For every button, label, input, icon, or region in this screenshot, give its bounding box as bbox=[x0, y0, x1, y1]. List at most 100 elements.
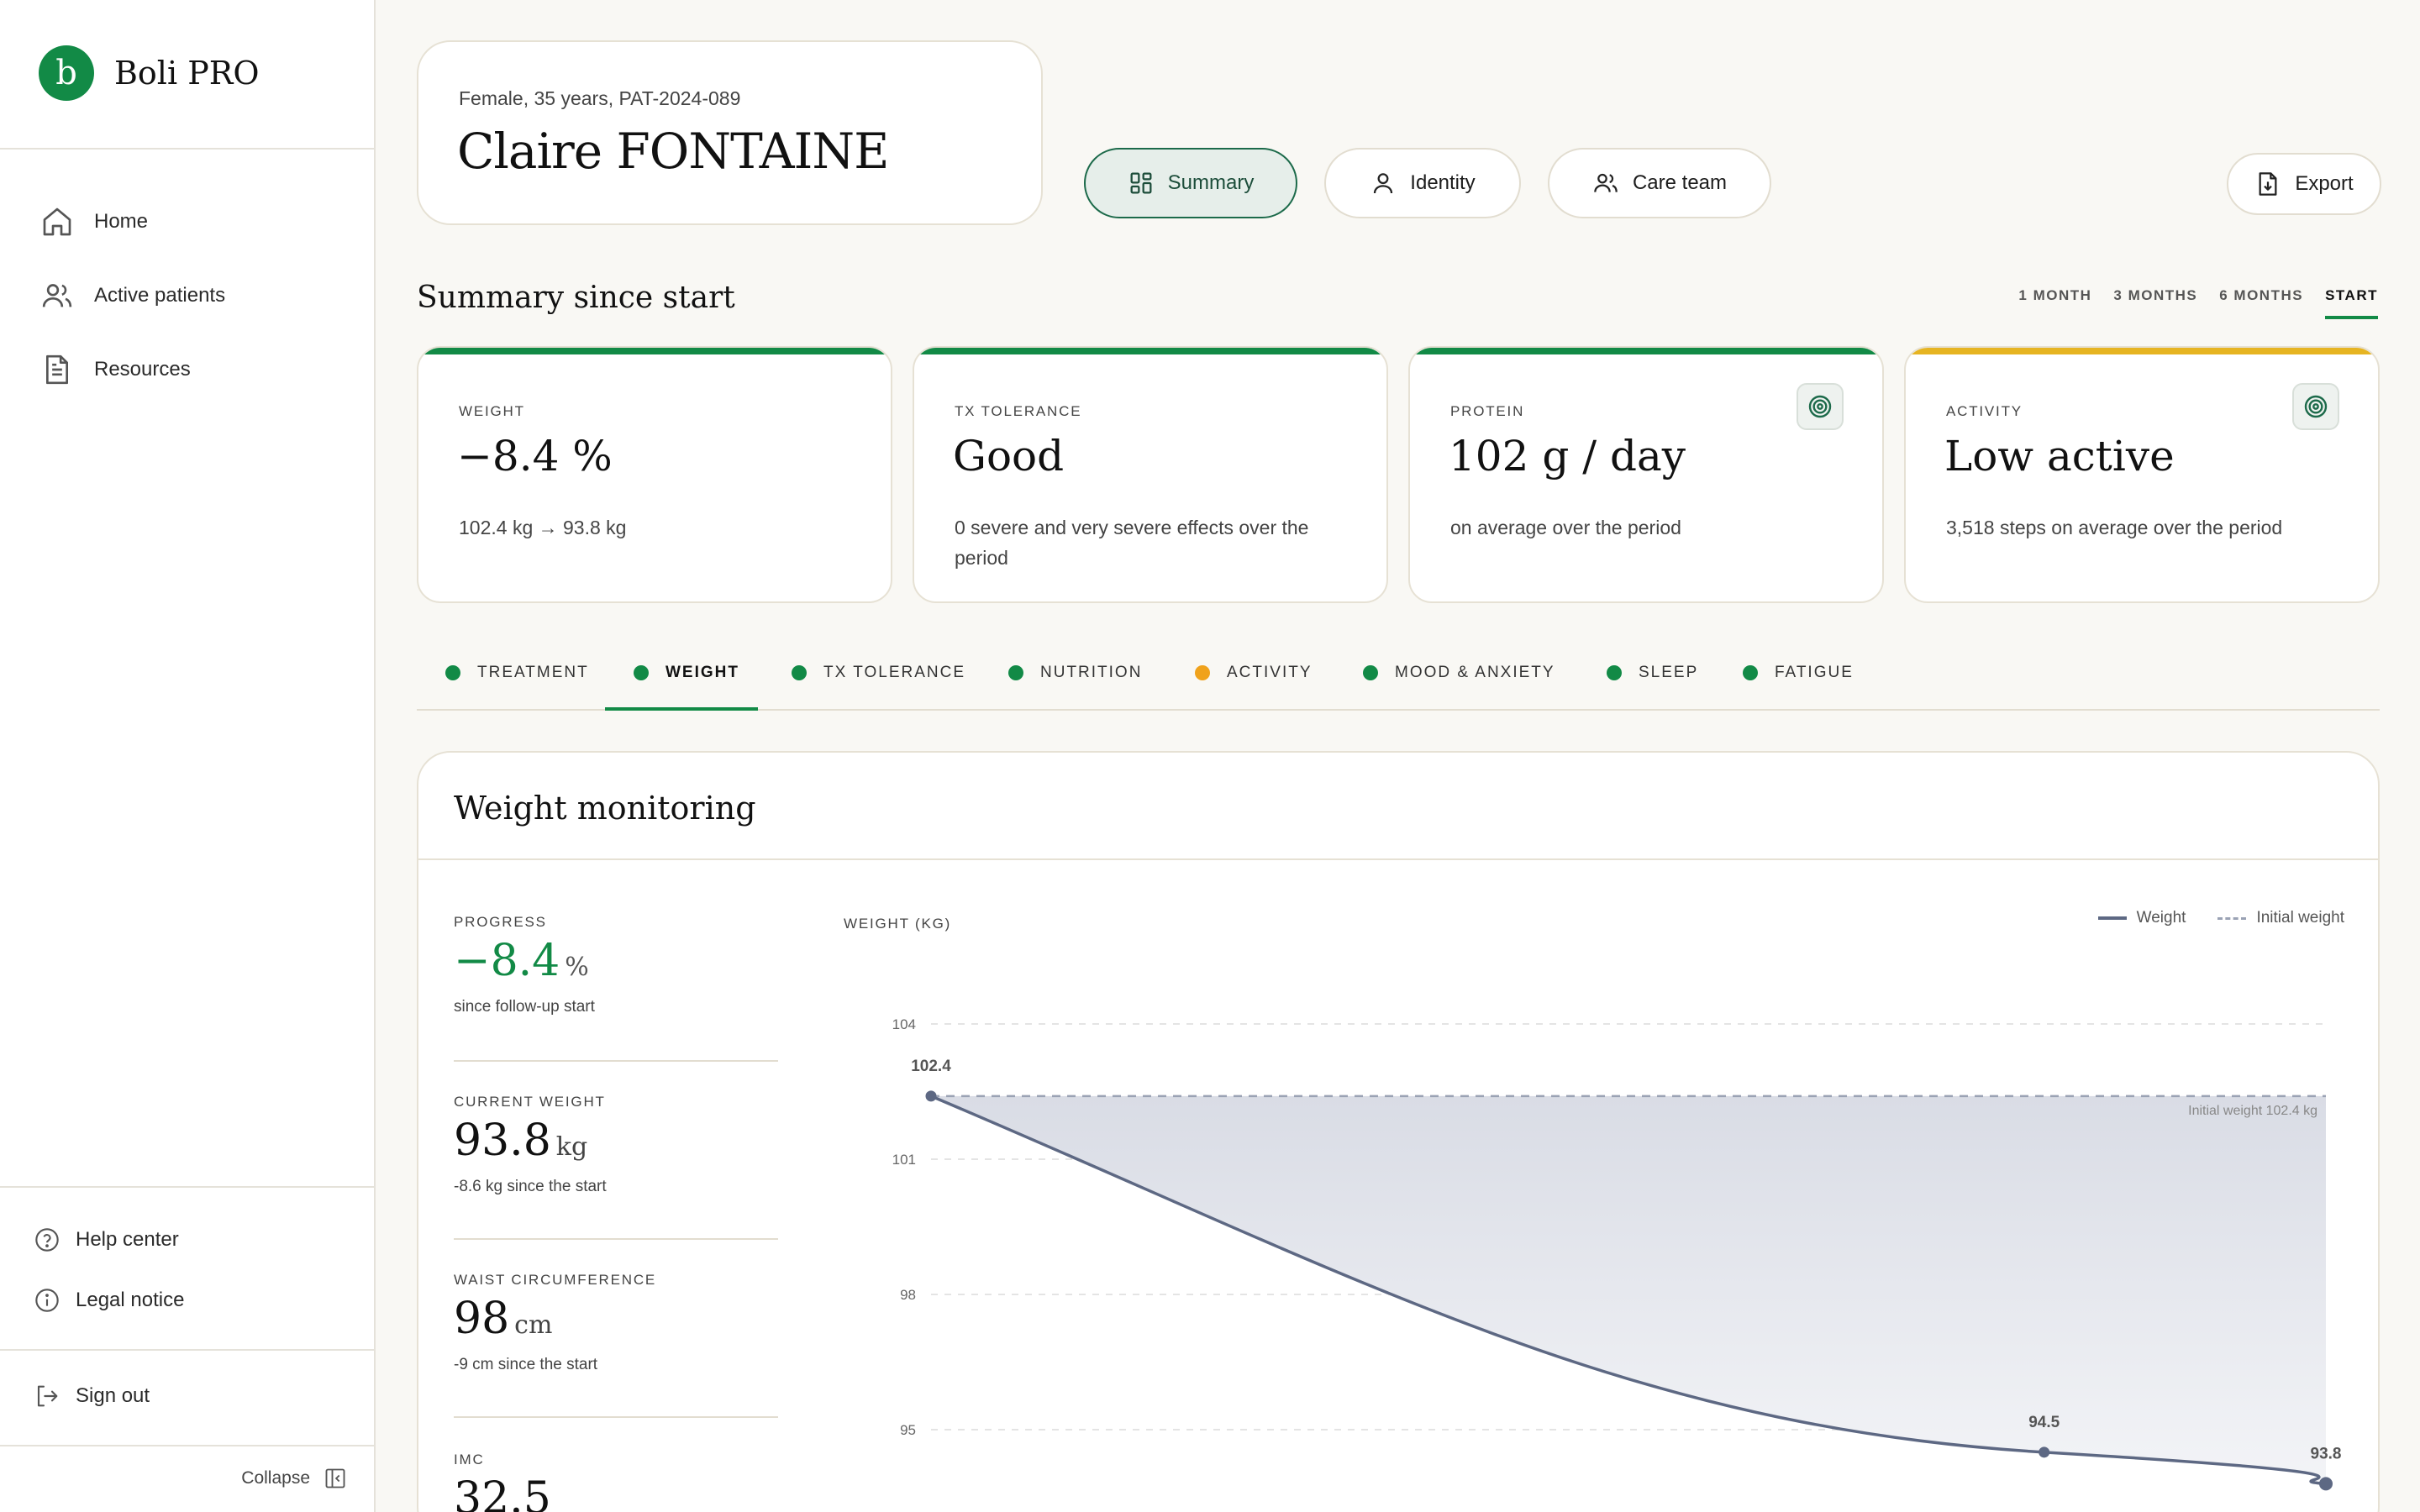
tab-activity[interactable]: ACTIVITY bbox=[1195, 664, 1313, 682]
stat-value: Low active bbox=[1944, 432, 2175, 480]
stat-label: TX TOLERANCE bbox=[955, 403, 1082, 419]
tab-label: WEIGHT bbox=[666, 664, 739, 681]
status-dot bbox=[634, 665, 649, 680]
summary-title: Summary since start bbox=[417, 281, 735, 315]
brand-name: Boli PRO bbox=[114, 55, 260, 92]
status-dot bbox=[1607, 665, 1622, 680]
weight-loss-area bbox=[931, 1095, 2326, 1484]
stat-card-activity[interactable]: ACTIVITY Low active 3,518 steps on avera… bbox=[1904, 346, 2380, 603]
weight-monitoring-panel: Weight monitoring PROGRESS −8.4% since f… bbox=[417, 751, 2380, 1512]
tab-label: TREATMENT bbox=[477, 664, 589, 681]
tab-weight[interactable]: WEIGHT bbox=[634, 664, 739, 682]
y-tick-label: 95 bbox=[900, 1422, 916, 1438]
sign-out-button[interactable]: Sign out bbox=[34, 1383, 150, 1410]
data-label: 94.5 bbox=[2028, 1414, 2060, 1431]
tab-sleep[interactable]: SLEEP bbox=[1607, 664, 1698, 682]
tab-label: ACTIVITY bbox=[1227, 664, 1313, 681]
patient-name: Claire FONTAINE bbox=[457, 123, 889, 180]
tab-label: NUTRITION bbox=[1040, 664, 1143, 681]
tab-label: FATIGUE bbox=[1775, 664, 1854, 681]
sidebar-item-resources[interactable]: Resources bbox=[40, 353, 191, 386]
stat-note: 0 severe and very severe effects over th… bbox=[955, 517, 1309, 569]
tab-identity[interactable]: Identity bbox=[1324, 148, 1521, 218]
sign-out-icon bbox=[37, 1385, 58, 1407]
stat-note: 3,518 steps on average over the period bbox=[1946, 517, 2283, 538]
data-point bbox=[925, 1090, 937, 1102]
brand-logo-icon: b bbox=[39, 45, 94, 101]
range-start[interactable]: START bbox=[2325, 287, 2378, 319]
status-dot bbox=[445, 665, 460, 680]
document-icon bbox=[46, 354, 68, 385]
tab-fatigue[interactable]: FATIGUE bbox=[1743, 664, 1854, 682]
stat-value: −8.4 % bbox=[457, 432, 613, 480]
sidebar-item-home[interactable]: Home bbox=[40, 205, 148, 239]
tab-care-team[interactable]: Care team bbox=[1548, 148, 1771, 218]
category-tabs: TREATMENT WEIGHT TX TOLERANCE NUTRITION … bbox=[417, 652, 2380, 711]
stat-note: on average over the period bbox=[1450, 517, 1681, 538]
export-label: Export bbox=[2295, 172, 2354, 195]
sidebar-item-active-patients[interactable]: Active patients bbox=[40, 279, 225, 312]
sidebar-divider bbox=[0, 1349, 374, 1351]
range-tabs: 1 MONTH 3 MONTHS 6 MONTHS START bbox=[2018, 287, 2378, 319]
sidebar: b Boli PRO Home Active patients Resource… bbox=[0, 0, 376, 1512]
stat-card-tx-tolerance[interactable]: TX TOLERANCE Good 0 severe and very seve… bbox=[913, 346, 1388, 603]
legal-notice-label: Legal notice bbox=[76, 1289, 185, 1311]
help-circle-icon bbox=[35, 1228, 59, 1252]
help-center-link[interactable]: Help center bbox=[34, 1226, 179, 1253]
info-circle-icon bbox=[35, 1289, 59, 1312]
tab-label: MOOD & ANXIETY bbox=[1395, 664, 1555, 681]
target-icon[interactable] bbox=[2292, 383, 2339, 430]
tab-care-team-label: Care team bbox=[1632, 171, 1728, 194]
range-6-months[interactable]: 6 MONTHS bbox=[2219, 287, 2303, 319]
status-dot bbox=[1195, 665, 1210, 680]
weight-chart: 104 101 98 95 Initial weight 102.4 kg 102.4 94… bbox=[892, 1016, 2342, 1491]
y-tick-label: 104 bbox=[892, 1016, 916, 1032]
tab-identity-label: Identity bbox=[1410, 171, 1476, 194]
export-button[interactable]: Export bbox=[2227, 153, 2381, 215]
stat-note: 102.4 kg → 93.8 kg bbox=[459, 517, 627, 538]
initial-weight-label: Initial weight 102.4 kg bbox=[2188, 1104, 2317, 1118]
stat-label: WEIGHT bbox=[459, 403, 525, 419]
collapse-sidebar-icon bbox=[325, 1468, 345, 1488]
brand[interactable]: b Boli PRO bbox=[39, 45, 260, 101]
tab-mood-anxiety[interactable]: MOOD & ANXIETY bbox=[1363, 664, 1555, 682]
tab-summary-label: Summary bbox=[1167, 171, 1255, 194]
stat-card-protein[interactable]: PROTEIN 102 g / day on average over the … bbox=[1408, 346, 1884, 603]
stat-value: 102 g / day bbox=[1449, 432, 1686, 480]
range-1-month[interactable]: 1 MONTH bbox=[2018, 287, 2091, 319]
file-download-icon bbox=[2259, 172, 2277, 196]
y-tick-label: 101 bbox=[892, 1152, 916, 1168]
range-3-months[interactable]: 3 MONTHS bbox=[2113, 287, 2197, 319]
data-label: 93.8 bbox=[2311, 1445, 2342, 1462]
collapse-label: Collapse bbox=[241, 1468, 310, 1488]
sidebar-divider bbox=[0, 1186, 374, 1188]
tab-nutrition[interactable]: NUTRITION bbox=[1008, 664, 1142, 682]
y-tick-label: 98 bbox=[900, 1287, 916, 1303]
tab-label: SLEEP bbox=[1639, 664, 1699, 681]
stat-label: ACTIVITY bbox=[1946, 403, 2023, 419]
data-point bbox=[2039, 1446, 2050, 1458]
users-icon bbox=[42, 284, 72, 307]
patient-meta: Female, 35 years, PAT-2024-089 bbox=[459, 87, 741, 109]
sidebar-item-label: Active patients bbox=[94, 284, 226, 307]
stat-card-weight[interactable]: WEIGHT −8.4 % 102.4 kg → 93.8 kg bbox=[417, 346, 892, 603]
status-dot bbox=[792, 665, 807, 680]
users-icon bbox=[1594, 173, 1618, 192]
status-dot bbox=[1743, 665, 1758, 680]
collapse-button[interactable]: Collapse bbox=[241, 1467, 347, 1490]
active-tab-indicator bbox=[605, 707, 758, 711]
stat-value: Good bbox=[953, 432, 1065, 480]
sidebar-item-label: Home bbox=[94, 210, 149, 233]
sidebar-divider bbox=[0, 1445, 374, 1446]
legal-notice-link[interactable]: Legal notice bbox=[34, 1287, 184, 1314]
status-dot bbox=[1363, 665, 1378, 680]
patient-card: Female, 35 years, PAT-2024-089 Claire FO… bbox=[417, 40, 1043, 225]
status-dot bbox=[1008, 665, 1023, 680]
target-icon[interactable] bbox=[1797, 383, 1844, 430]
data-label: 102.4 bbox=[911, 1058, 951, 1075]
tab-summary[interactable]: Summary bbox=[1084, 148, 1297, 218]
tab-treatment[interactable]: TREATMENT bbox=[445, 664, 589, 682]
home-icon bbox=[43, 207, 71, 236]
tab-tx-tolerance[interactable]: TX TOLERANCE bbox=[792, 664, 965, 682]
user-icon bbox=[1374, 173, 1393, 194]
